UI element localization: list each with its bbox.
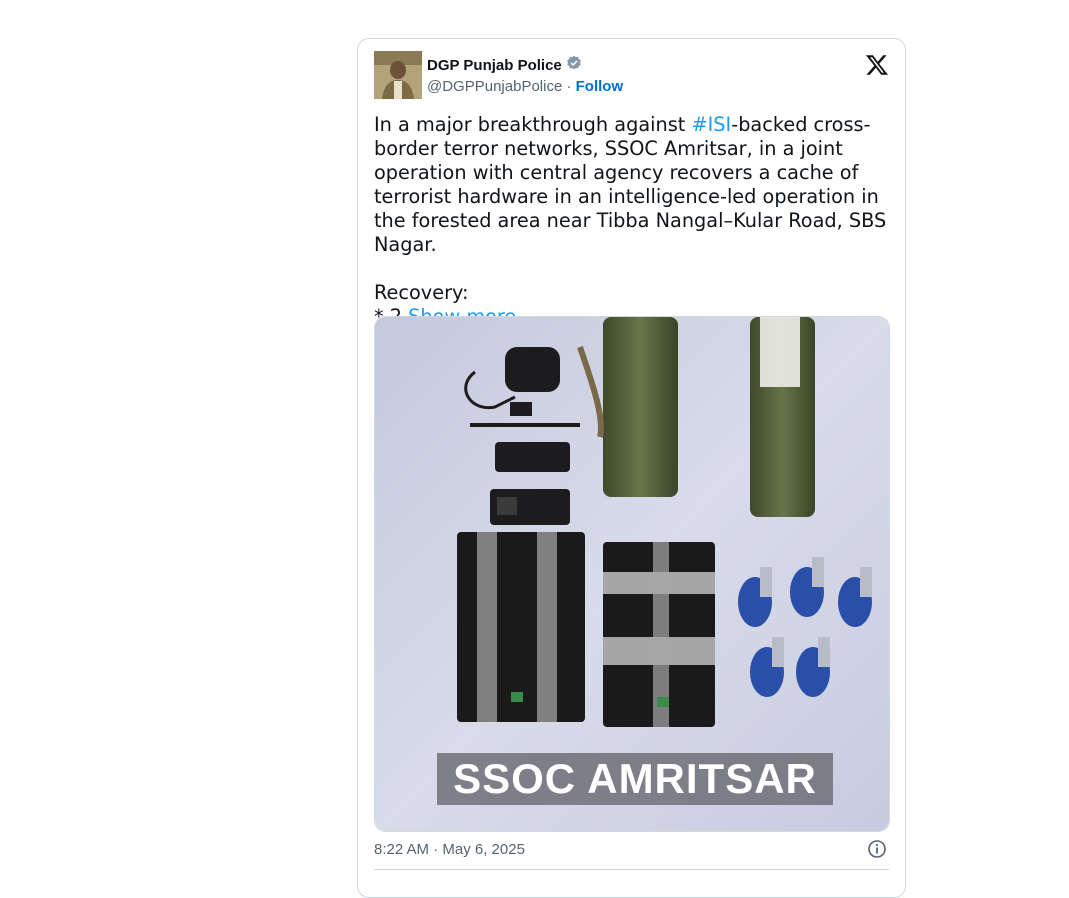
ied-pack-2	[603, 542, 715, 727]
tweet-image[interactable]: SSOC AMRITSAR	[374, 316, 890, 832]
timestamp-link[interactable]: 8:22 AM · May 6, 2025	[374, 841, 525, 858]
handle-separator: ·	[566, 78, 572, 95]
verified-badge-icon	[566, 55, 582, 75]
x-logo-icon[interactable]	[865, 53, 889, 77]
battery-image	[495, 442, 570, 472]
hashtag-link[interactable]: #ISI	[691, 113, 731, 136]
radio-image	[490, 489, 570, 525]
ied-pack-1	[457, 532, 585, 722]
author-name[interactable]: DGP Punjab Police	[427, 57, 562, 74]
author-avatar[interactable]	[374, 51, 422, 99]
tweet-text-part2: -backed cross-border terror networks, SS…	[374, 113, 887, 328]
image-caption: SSOC AMRITSAR	[453, 755, 817, 802]
tweet-text: In a major breakthrough against #ISI-bac…	[374, 113, 894, 329]
follow-button[interactable]: Follow	[576, 78, 624, 95]
rocket-launcher-tube-2	[750, 317, 815, 517]
footer-divider	[374, 869, 889, 870]
tweet-text-part1: In a major breakthrough against	[374, 113, 692, 136]
tweet-card[interactable]: DGP Punjab Police @DGPPunjabPolice · Fol…	[357, 38, 906, 898]
antenna-image	[470, 423, 580, 427]
info-icon[interactable]	[867, 839, 887, 859]
author-handle[interactable]: @DGPPunjabPolice	[427, 78, 562, 95]
